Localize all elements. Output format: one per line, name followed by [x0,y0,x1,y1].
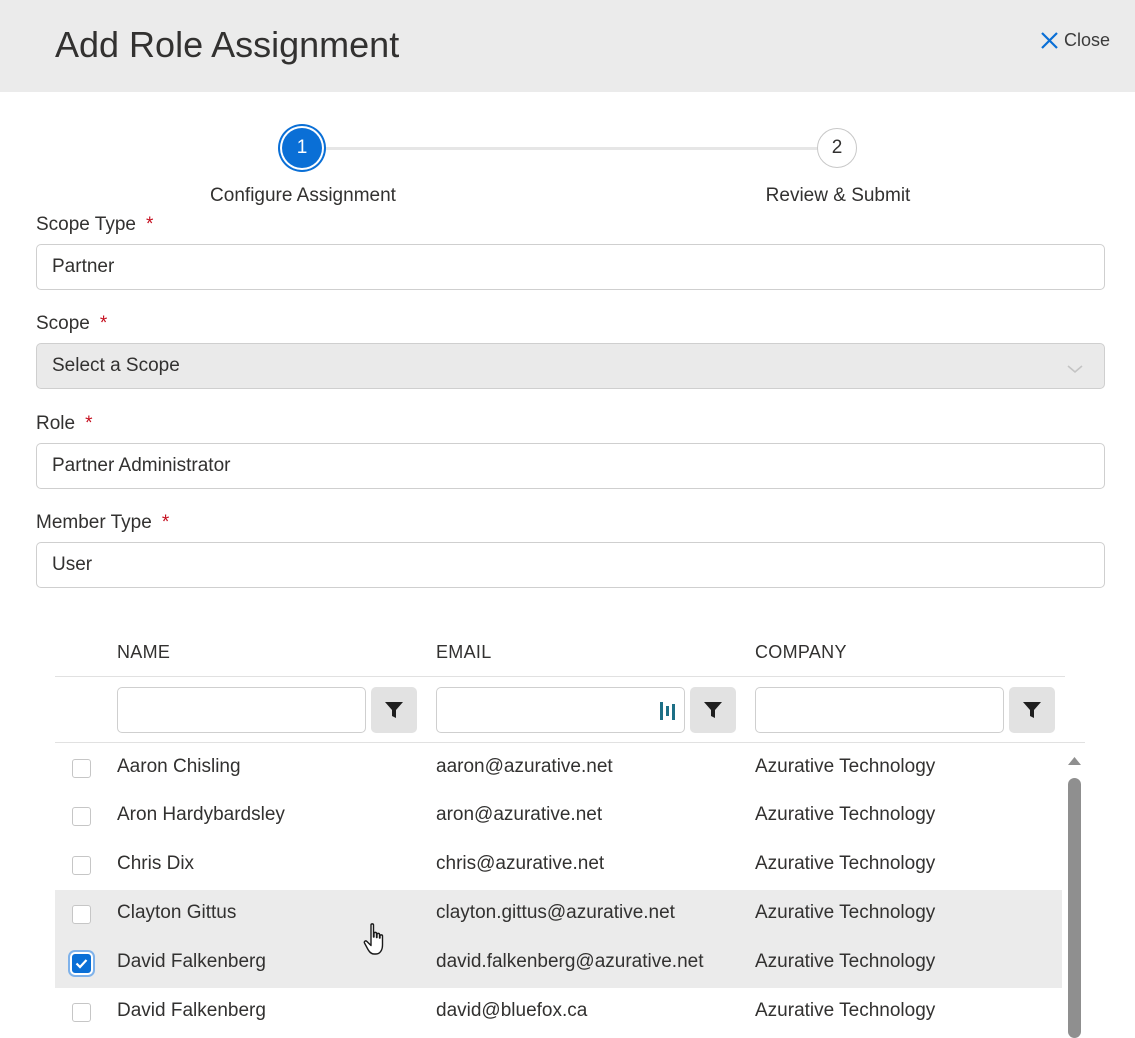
cell-email: clayton.gittus@azurative.net [436,902,675,923]
name-filter-input[interactable] [117,687,366,733]
table-row[interactable]: Clayton Gittus clayton.gittus@azurative.… [55,890,1062,939]
cell-name: Chris Dix [117,853,195,874]
cell-name: Clayton Gittus [117,902,237,923]
required-marker: * [146,214,154,235]
table-row[interactable]: Aaron Chisling aaron@azurative.net Azura… [55,744,1062,793]
email-filter-button[interactable] [690,687,736,733]
role-field[interactable]: Partner Administrator [36,443,1105,489]
filter-icon [1023,701,1041,718]
scope-select[interactable]: Select a Scope [36,343,1105,389]
company-filter-input[interactable] [755,687,1004,733]
close-button[interactable]: Close [1041,30,1110,51]
required-marker: * [161,512,170,533]
table-row[interactable]: Aron Hardybardsley aron@azurative.net Az… [55,792,1062,841]
row-checkbox[interactable] [72,1003,91,1022]
email-filter-input[interactable] [436,687,685,733]
filter-row-divider [55,742,1085,743]
required-marker: * [85,413,93,434]
cell-company: Azurative Technology [755,902,936,923]
scroll-up-arrow[interactable] [1067,755,1082,767]
row-checkbox[interactable] [72,905,91,924]
scope-type-value: Partner [52,256,115,277]
cell-email: aron@azurative.net [436,804,603,825]
scope-placeholder: Select a Scope [52,355,180,376]
row-checkbox-checked[interactable] [72,954,91,973]
filter-icon [385,701,403,718]
role-value: Partner Administrator [52,455,231,476]
column-header-email[interactable]: EMAIL [436,642,492,663]
filter-icon [704,701,722,718]
cell-email: david.falkenberg@azurative.net [436,951,704,972]
cell-email: aaron@azurative.net [436,756,613,777]
cell-name: David Falkenberg [117,1000,266,1021]
company-filter-button[interactable] [1009,687,1055,733]
step-2-indicator[interactable]: 2 [817,128,857,168]
table-row-selected[interactable]: David Falkenberg david.falkenberg@azurat… [55,939,1062,988]
cell-email: chris@azurative.net [436,853,605,874]
chevron-down-icon [1066,359,1084,381]
cell-company: Azurative Technology [755,756,936,777]
name-filter-button[interactable] [371,687,417,733]
required-marker: * [99,313,108,334]
cell-company: Azurative Technology [755,1000,936,1021]
scope-label: Scope * [36,313,108,334]
step-1-indicator[interactable]: 1 [282,128,322,168]
cell-company: Azurative Technology [755,804,936,825]
checkmark-icon [75,959,88,969]
table-header-divider [55,676,1065,677]
cell-name: Aaron Chisling [117,756,241,777]
dialog-header: Add Role Assignment Close [0,0,1135,92]
role-label: Role * [36,413,93,434]
column-header-name[interactable]: NAME [117,642,170,663]
password-manager-icon[interactable] [658,700,678,727]
member-type-value: User [52,554,93,575]
step-2-label: Review & Submit [765,185,911,206]
column-header-company[interactable]: COMPANY [755,642,847,663]
scope-type-label: Scope Type * [36,214,154,235]
stepper-connector [303,147,838,150]
table-row[interactable]: David Falkenberg david@bluefox.ca Azurat… [55,988,1062,1037]
member-type-field[interactable]: User [36,542,1105,588]
cell-email: david@bluefox.ca [436,1000,588,1021]
row-checkbox[interactable] [72,759,91,778]
table-row[interactable]: Chris Dix chris@azurative.net Azurative … [55,841,1062,890]
cell-name: David Falkenberg [117,951,266,972]
hand-cursor-icon [363,923,384,955]
close-icon [1041,32,1058,49]
cell-company: Azurative Technology [755,853,936,874]
cell-name: Aron Hardybardsley [117,804,285,825]
scrollbar-thumb[interactable] [1068,778,1081,1038]
scope-type-field[interactable]: Partner [36,244,1105,290]
cell-company: Azurative Technology [755,951,936,972]
member-type-label: Member Type * [36,512,170,533]
step-1-label: Configure Assignment [210,185,396,206]
row-checkbox[interactable] [72,856,91,875]
row-checkbox[interactable] [72,807,91,826]
close-label: Close [1063,30,1110,50]
page-title: Add Role Assignment [55,24,400,65]
